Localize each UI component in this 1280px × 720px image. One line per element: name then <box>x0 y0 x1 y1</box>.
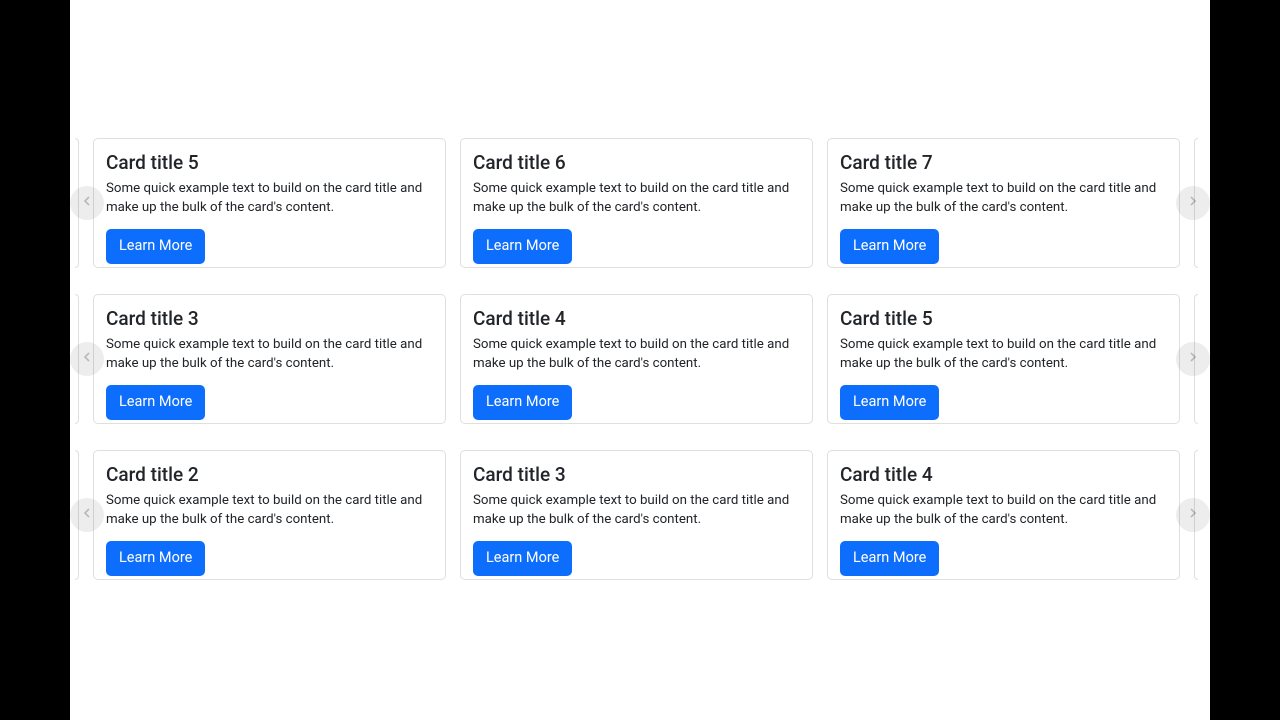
card: Card title 6 Some quick example text to … <box>460 138 813 268</box>
learn-more-button[interactable]: Learn More <box>106 229 205 264</box>
card-text: Some quick example text to build on the … <box>840 180 1167 217</box>
card-title: Card title 7 <box>840 151 1167 174</box>
learn-more-button[interactable]: Learn More <box>106 385 205 420</box>
card-title: Card title 2 <box>106 463 433 486</box>
card-title: Card title 3 <box>106 307 433 330</box>
card-text: Some quick example text to build on the … <box>106 180 433 217</box>
chevron-left-icon <box>79 349 95 369</box>
learn-more-button[interactable]: Learn More <box>840 385 939 420</box>
carousel-next-button[interactable] <box>1176 342 1210 376</box>
card: Card title 4 Some quick example text to … <box>827 450 1180 580</box>
carousel-next-button[interactable] <box>1176 186 1210 220</box>
card-title: Card title 4 <box>473 307 800 330</box>
carousel-prev-button[interactable] <box>70 342 104 376</box>
card-text: Some quick example text to build on the … <box>473 180 800 217</box>
chevron-right-icon <box>1185 349 1201 369</box>
learn-more-button[interactable]: Learn More <box>840 541 939 576</box>
carousel-prev-button[interactable] <box>70 186 104 220</box>
chevron-left-icon <box>79 193 95 213</box>
card-text: Some quick example text to build on the … <box>106 336 433 373</box>
card-text: Some quick example text to build on the … <box>473 492 800 529</box>
learn-more-button[interactable]: Learn More <box>840 229 939 264</box>
card: Card title 4 Some quick example text to … <box>460 294 813 424</box>
carousel-prev-button[interactable] <box>70 498 104 532</box>
card: Card title 3 Some quick example text to … <box>460 450 813 580</box>
card: Card title 3 Some quick example text to … <box>93 294 446 424</box>
learn-more-button[interactable]: Learn More <box>473 541 572 576</box>
carousel-row-3: Card title 2 Some quick example text to … <box>70 450 1210 580</box>
card-title: Card title 5 <box>840 307 1167 330</box>
carousel-row-2: Card title 3 Some quick example text to … <box>70 294 1210 424</box>
learn-more-button[interactable]: Learn More <box>106 541 205 576</box>
card: Card title 7 Some quick example text to … <box>827 138 1180 268</box>
card-title: Card title 5 <box>106 151 433 174</box>
card: Card title 2 Some quick example text to … <box>93 450 446 580</box>
chevron-right-icon <box>1185 505 1201 525</box>
card: Card title 5 Some quick example text to … <box>827 294 1180 424</box>
chevron-right-icon <box>1185 193 1201 213</box>
card-text: Some quick example text to build on the … <box>840 492 1167 529</box>
card-title: Card title 3 <box>473 463 800 486</box>
card-title: Card title 6 <box>473 151 800 174</box>
carousel-row-1: Card title 5 Some quick example text to … <box>70 138 1210 268</box>
learn-more-button[interactable]: Learn More <box>473 229 572 264</box>
card: Card title 5 Some quick example text to … <box>93 138 446 268</box>
card-text: Some quick example text to build on the … <box>840 336 1167 373</box>
content-stage: Card title 5 Some quick example text to … <box>70 0 1210 720</box>
card-text: Some quick example text to build on the … <box>106 492 433 529</box>
chevron-left-icon <box>79 505 95 525</box>
learn-more-button[interactable]: Learn More <box>473 385 572 420</box>
carousel-next-button[interactable] <box>1176 498 1210 532</box>
card-text: Some quick example text to build on the … <box>473 336 800 373</box>
card-title: Card title 4 <box>840 463 1167 486</box>
